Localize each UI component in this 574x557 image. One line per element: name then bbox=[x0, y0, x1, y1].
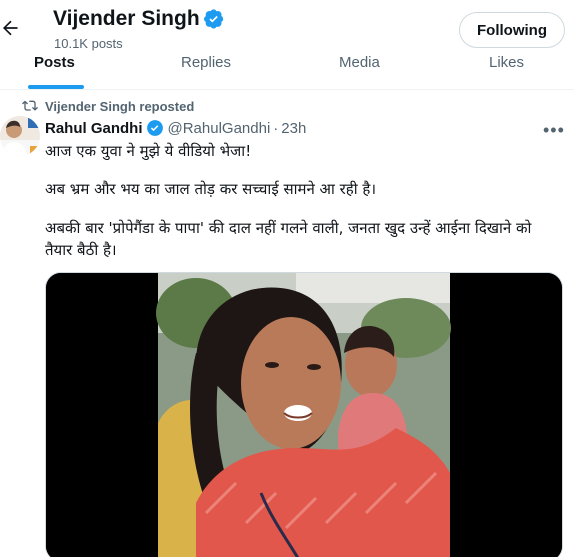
following-button[interactable]: Following bbox=[459, 12, 565, 48]
tweet-author-handle[interactable]: @RahulGandhi bbox=[168, 120, 271, 137]
verified-badge-icon bbox=[203, 9, 223, 29]
verified-badge-icon bbox=[146, 120, 163, 136]
tab-media[interactable]: Media bbox=[339, 54, 380, 71]
active-tab-indicator bbox=[28, 85, 84, 89]
tab-posts[interactable]: Posts bbox=[34, 54, 75, 71]
repost-icon bbox=[22, 100, 38, 111]
avatar[interactable] bbox=[0, 116, 40, 156]
arrow-left-icon[interactable] bbox=[0, 18, 20, 38]
profile-name-row: Vijender Singh bbox=[53, 7, 224, 31]
tweet-timestamp[interactable]: 23h bbox=[281, 120, 306, 137]
repost-context[interactable]: Vijender Singh reposted bbox=[22, 98, 194, 114]
tweet-text-line: अबकी बार 'प्रोपेगैंडा के पापा' की दाल नह… bbox=[45, 219, 532, 259]
separator-dot: · bbox=[273, 119, 279, 137]
profile-tabs: Posts Replies Media Likes bbox=[0, 46, 574, 90]
tab-replies[interactable]: Replies bbox=[181, 54, 231, 71]
repost-label: Vijender Singh reposted bbox=[45, 98, 195, 114]
tweet-text-line: आज एक युवा ने मुझे ये वीडियो भेजा! bbox=[45, 142, 252, 160]
tweet-author-row: Rahul Gandhi @RahulGandhi · 23h bbox=[45, 119, 306, 137]
tweet-text-line: अब भ्रम और भय का जाल तोड़ कर सच्चाई सामन… bbox=[45, 180, 377, 198]
avatar-image bbox=[0, 116, 40, 156]
profile-name: Vijender Singh bbox=[53, 7, 200, 30]
tweet-video[interactable] bbox=[45, 272, 563, 557]
tweet-author-name[interactable]: Rahul Gandhi bbox=[45, 120, 143, 137]
tab-likes[interactable]: Likes bbox=[489, 54, 524, 71]
more-icon[interactable]: ••• bbox=[543, 120, 565, 141]
video-frame bbox=[46, 273, 562, 557]
